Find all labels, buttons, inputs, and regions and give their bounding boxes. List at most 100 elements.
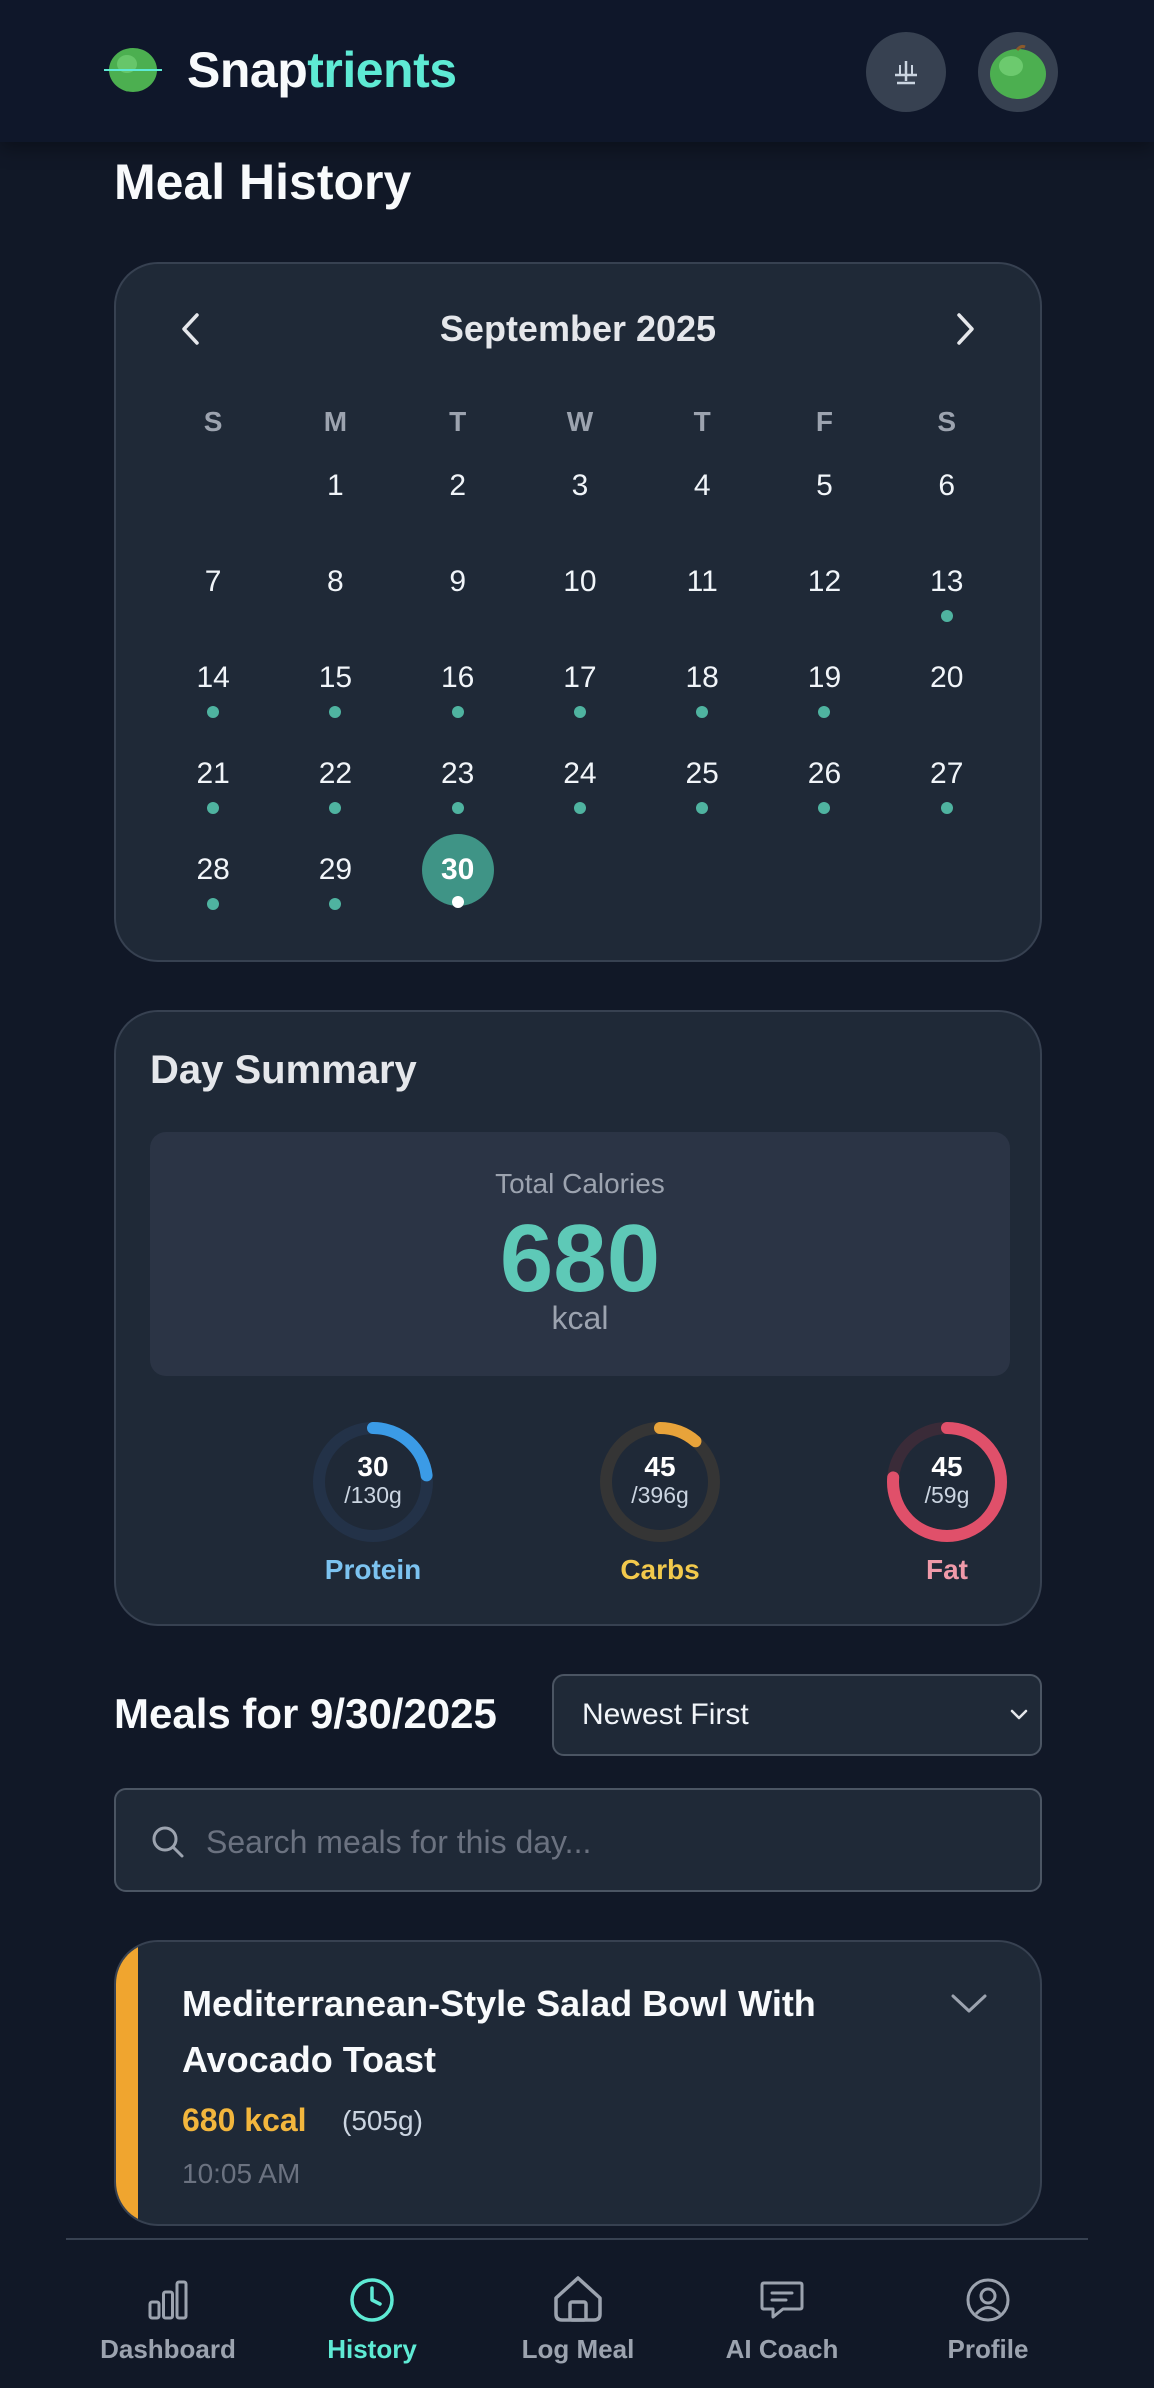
calendar-day-number: 29 <box>318 853 353 886</box>
apple-avatar-icon <box>990 44 1046 99</box>
meal-logged-dot <box>451 802 464 814</box>
calendar-day-4[interactable]: 4 <box>641 464 763 560</box>
calendar-day-number: 13 <box>930 565 964 598</box>
weekday-label: W <box>566 406 594 437</box>
calendar-day-number: 22 <box>318 757 353 790</box>
calendar-day-6[interactable]: 6 <box>886 464 1008 560</box>
calendar-day-8[interactable]: 8 <box>274 560 396 656</box>
meal-logged-dot <box>818 706 831 718</box>
fat-label: Fat <box>926 1554 968 1585</box>
calendar-day-25[interactable]: 25 <box>641 752 763 848</box>
calendar-day-21[interactable]: 21 <box>152 752 274 848</box>
calendar-day-number: 9 <box>449 565 466 598</box>
scale-button[interactable] <box>866 32 946 112</box>
calendar-day-17[interactable]: 17 <box>519 656 641 752</box>
calendar-empty-cell <box>152 464 274 560</box>
nav-dashboard[interactable]: Dashboard <box>78 2272 258 2365</box>
calendar-day-28[interactable]: 28 <box>152 848 274 944</box>
calendar-day-30[interactable]: 30 <box>397 834 519 944</box>
brand-part-trients: trients <box>307 42 457 98</box>
calendar-day-24[interactable]: 24 <box>519 752 641 848</box>
meal-logged-dot <box>207 898 220 910</box>
calendar-day-7[interactable]: 7 <box>152 560 274 656</box>
calendar-week-row: 14 15 16 17 18 19 20 <box>152 656 1008 752</box>
calendar-day-number: 15 <box>318 661 353 694</box>
meal-logged-dot <box>940 610 953 622</box>
meal-card[interactable]: Mediterranean-Style Salad Bowl With Avoc… <box>114 1940 1042 2226</box>
meal-search-input[interactable] <box>206 1814 1006 1870</box>
clock-icon <box>350 2278 394 2322</box>
calendar-day-1[interactable]: 1 <box>274 464 396 560</box>
calendar-day-9[interactable]: 9 <box>397 560 519 656</box>
calendar-week-row: 7 8 9 10 11 12 13 <box>152 560 1008 656</box>
weekday-label: T <box>449 406 467 437</box>
protein-ring: 30 /130g <box>311 1420 435 1544</box>
calendar-day-16[interactable]: 16 <box>397 656 519 752</box>
weekday-header-row: SMTWTFS <box>152 404 1008 464</box>
camera-house-icon <box>554 2276 602 2322</box>
meal-logged-dot <box>329 706 342 718</box>
nav-profile-label: Profile <box>947 2334 1029 2364</box>
nav-log-meal-label: Log Meal <box>521 2334 635 2364</box>
calendar-week-row: 21 22 23 24 25 26 27 <box>152 752 1008 848</box>
meal-time: 10:05 AM <box>182 2158 301 2189</box>
total-calories-box: Total Calories 680 kcal <box>150 1132 1010 1376</box>
calendar-day-13[interactable]: 13 <box>886 560 1008 656</box>
expand-chevron-icon[interactable] <box>950 1992 988 2016</box>
day-summary-title: Day Summary <box>150 1048 417 1092</box>
calendar-day-number: 17 <box>563 661 597 694</box>
avatar-button[interactable] <box>978 32 1058 112</box>
calendar-day-10[interactable]: 10 <box>519 560 641 656</box>
calendar-day-19[interactable]: 19 <box>763 656 885 752</box>
calendar-day-14[interactable]: 14 <box>152 656 274 752</box>
calendar-card: September 2025 S M T W T F S 1 2 3 4 5 6 7 8 9 10 11 12 13 1… <box>114 262 1042 962</box>
nav-ai-coach[interactable]: AI Coach <box>692 2272 872 2365</box>
nav-dashboard-label: Dashboard <box>100 2334 236 2364</box>
nav-profile[interactable]: Profile <box>898 2272 1078 2365</box>
next-month-button[interactable] <box>940 304 990 354</box>
calendar-day-number: 18 <box>685 661 719 694</box>
meal-logged-dot <box>940 802 953 814</box>
calendar-day-22[interactable]: 22 <box>274 752 396 848</box>
chevron-down-icon <box>1010 1709 1028 1720</box>
calendar-day-26[interactable]: 26 <box>763 752 885 848</box>
calendar-day-number: 11 <box>686 565 718 598</box>
meal-weight: (505g) <box>342 2105 423 2136</box>
calendar-day-5[interactable]: 5 <box>763 464 885 560</box>
total-calories-value: 680 <box>499 1205 661 1312</box>
total-calories-label: Total Calories <box>495 1168 665 1199</box>
calendar-day-20[interactable]: 20 <box>886 656 1008 752</box>
protein-goal: /130g <box>344 1482 402 1508</box>
meal-logged-dot <box>573 802 586 814</box>
sort-select[interactable]: Newest First <box>552 1674 1042 1756</box>
protein-value: 30 <box>357 1451 389 1482</box>
calendar-day-number: 19 <box>807 661 842 694</box>
calendar-day-18[interactable]: 18 <box>641 656 763 752</box>
brand-name[interactable]: Snaptrients <box>187 40 457 100</box>
nav-log-meal[interactable]: Log Meal <box>488 2272 668 2365</box>
calendar-day-27[interactable]: 27 <box>886 752 1008 848</box>
calendar-day-2[interactable]: 2 <box>397 464 519 560</box>
calendar-empty-cell <box>519 848 641 944</box>
macro-protein: 30 /130g Protein <box>293 1420 453 1586</box>
nav-history-label: History <box>327 2334 417 2364</box>
calendar-day-3[interactable]: 3 <box>519 464 641 560</box>
meal-logged-dot <box>573 706 586 718</box>
calendar-day-15[interactable]: 15 <box>274 656 396 752</box>
carbs-goal: /396g <box>631 1482 689 1508</box>
calendar-day-number: 7 <box>204 565 222 598</box>
calendar-day-number: 30 <box>440 853 475 886</box>
fat-value: 45 <box>931 1451 963 1482</box>
calendar-day-number: 4 <box>693 469 711 502</box>
nav-history[interactable]: History <box>282 2272 462 2365</box>
calendar-day-29[interactable]: 29 <box>274 848 396 944</box>
meal-logged-dot <box>329 802 342 814</box>
brand-part-snap: Snap <box>187 42 308 98</box>
calendar-day-11[interactable]: 11 <box>641 560 763 656</box>
protein-label: Protein <box>324 1554 422 1585</box>
user-icon <box>966 2278 1010 2322</box>
calendar-day-number: 6 <box>938 469 956 502</box>
apple-logo-icon[interactable] <box>104 44 162 94</box>
calendar-empty-cell <box>763 848 885 944</box>
calendar-day-12[interactable]: 12 <box>763 560 885 656</box>
